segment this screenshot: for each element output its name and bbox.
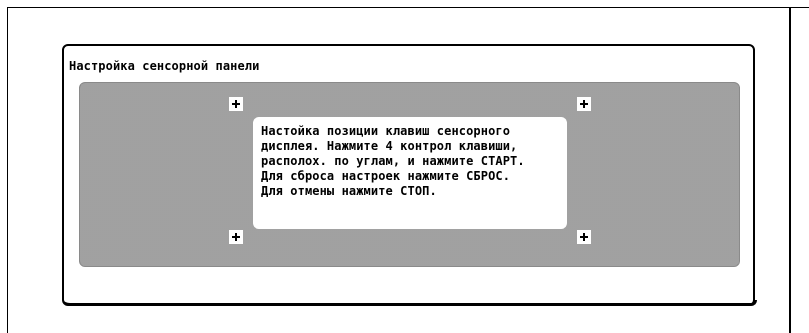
instruction-line: Настойка позиции клавиш сенсорного bbox=[261, 124, 511, 138]
crosshair-icon bbox=[232, 233, 240, 241]
touch-panel-window-shadow bbox=[64, 300, 757, 306]
panel-title: Настройка сенсорной панели bbox=[69, 59, 260, 73]
instruction-message-box: Настойка позиции клавиш сенсорного диспл… bbox=[253, 117, 567, 229]
crosshair-icon bbox=[580, 233, 588, 241]
instruction-line: располох. по углам, и нажмите СТАРТ. bbox=[261, 154, 525, 168]
corner-key-bottom-left[interactable] bbox=[229, 230, 243, 244]
corner-key-top-right[interactable] bbox=[577, 97, 591, 111]
corner-key-bottom-right[interactable] bbox=[577, 230, 591, 244]
instruction-line: дисплея. Нажмите 4 контрол клавиши, bbox=[261, 139, 518, 153]
crosshair-icon bbox=[580, 100, 588, 108]
instruction-line: Для отмены нажмите СТОП. bbox=[261, 184, 437, 198]
corner-key-top-left[interactable] bbox=[229, 97, 243, 111]
page-frame-right-edge bbox=[789, 7, 791, 333]
crosshair-icon bbox=[232, 100, 240, 108]
instruction-line: Для сброса настроек нажмите СБРОС. bbox=[261, 169, 511, 183]
